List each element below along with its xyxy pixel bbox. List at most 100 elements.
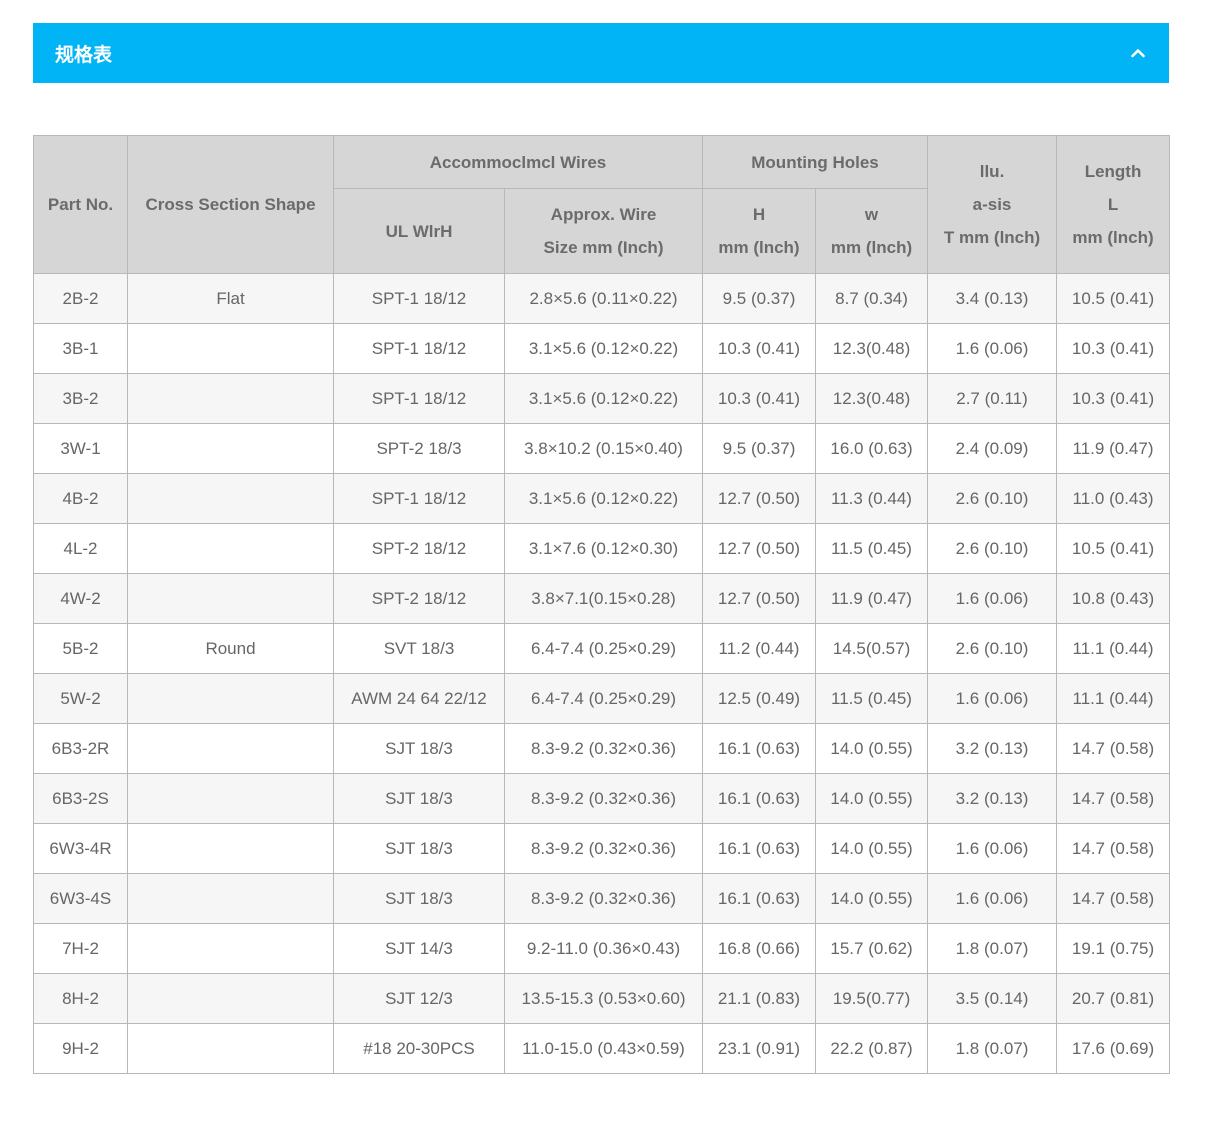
- cell-hole-h: 9.5 (0.37): [702, 423, 816, 474]
- table-row: 6B3-2R SJT 18/3 8.3-9.2 (0.32×0.36) 16.1 (0…: [33, 723, 1171, 774]
- cell-cross-section: [127, 523, 334, 574]
- cell-part-no: 4W-2: [33, 573, 128, 624]
- table-row: 4L-2 SPT-2 18/12 3.1×7.6 (0.12×0.30) 12.7 (…: [33, 523, 1171, 574]
- cell-cross-section: [127, 473, 334, 524]
- cell-thickness: 1.6 (0.06): [927, 323, 1058, 374]
- cell-length: 10.3 (0.41): [1056, 373, 1171, 424]
- table-row: 8H-2 SJT 12/3 13.5-15.3 (0.53×0.60) 21.1 (0…: [33, 973, 1171, 1024]
- cell-cross-section: [127, 723, 334, 774]
- cell-thickness: 2.6 (0.10): [927, 473, 1058, 524]
- cell-length: 10.5 (0.41): [1056, 273, 1171, 324]
- header-part-no: Part No.: [33, 135, 128, 274]
- cell-hole-h: 16.1 (0.63): [702, 873, 816, 924]
- header-mounting-holes-group: Mounting Holes: [701, 135, 929, 189]
- cell-ul-wire: SPT-1 18/12: [333, 373, 505, 424]
- cell-wire-size: 13.5-15.3 (0.53×0.60): [504, 973, 703, 1024]
- cell-hole-w: 14.0 (0.55): [814, 723, 929, 774]
- cell-length: 20.7 (0.81): [1056, 973, 1171, 1024]
- header-thickness-line3: T mm (lnch): [943, 228, 1041, 247]
- cell-hole-h: 12.7 (0.50): [702, 573, 816, 624]
- cell-hole-w: 14.0 (0.55): [814, 823, 929, 874]
- cell-wire-size: 8.3-9.2 (0.32×0.36): [504, 773, 703, 824]
- spec-accordion-header[interactable]: 规格表: [33, 23, 1169, 83]
- table-row: 6W3-4S SJT 18/3 8.3-9.2 (0.32×0.36) 16.1 (0…: [33, 873, 1171, 924]
- cell-part-no: 3B-2: [33, 373, 128, 424]
- cell-cross-section: [127, 773, 334, 824]
- cell-cross-section: [127, 823, 334, 874]
- cell-part-no: 5B-2: [33, 623, 128, 674]
- cell-part-no: 6W3-4R: [33, 823, 128, 874]
- cell-ul-wire: SVT 18/3: [333, 623, 505, 674]
- cell-length: 11.0 (0.43): [1056, 473, 1171, 524]
- cell-thickness: 1.6 (0.06): [927, 573, 1058, 624]
- cell-ul-wire: SPT-1 18/12: [333, 323, 505, 374]
- cell-thickness: 2.7 (0.11): [927, 373, 1058, 424]
- cell-thickness: 2.4 (0.09): [927, 423, 1058, 474]
- table-row: 2B-2 Flat SPT-1 18/12 2.8×5.6 (0.11×0.22) 9.…: [33, 273, 1171, 324]
- table-row: 7H-2 SJT 14/3 9.2-11.0 (0.36×0.43) 16.8 (0.…: [33, 923, 1171, 974]
- cell-hole-w: 11.3 (0.44): [814, 473, 929, 524]
- cell-part-no: 7H-2: [33, 923, 128, 974]
- header-approx-wire-line1: Approx. Wire: [550, 205, 657, 224]
- cell-part-no: 6B3-2S: [33, 773, 128, 824]
- cell-cross-section: [127, 323, 334, 374]
- header-hole-w-line1: w: [864, 205, 879, 224]
- cell-length: 10.3 (0.41): [1056, 323, 1171, 374]
- cell-thickness: 3.2 (0.13): [927, 773, 1058, 824]
- cell-cross-section: [127, 673, 334, 724]
- cell-hole-w: 11.9 (0.47): [814, 573, 929, 624]
- cell-wire-size: 3.1×5.6 (0.12×0.22): [504, 473, 703, 524]
- cell-thickness: 1.8 (0.07): [927, 923, 1058, 974]
- header-hole-h-line1: H: [752, 205, 766, 224]
- cell-ul-wire: SJT 12/3: [333, 973, 505, 1024]
- cell-wire-size: 8.3-9.2 (0.32×0.36): [504, 873, 703, 924]
- chevron-up-icon[interactable]: [1131, 46, 1145, 60]
- cell-ul-wire: AWM 24 64 22/12: [333, 673, 505, 724]
- cell-ul-wire: SPT-2 18/12: [333, 523, 505, 574]
- cell-part-no: 3W-1: [33, 423, 128, 474]
- table-row: 4B-2 SPT-1 18/12 3.1×5.6 (0.12×0.22) 12.7 (…: [33, 473, 1171, 524]
- header-approx-wire-line2: Size mm (Inch): [543, 238, 664, 257]
- cell-wire-size: 3.8×10.2 (0.15×0.40): [504, 423, 703, 474]
- cell-thickness: 2.6 (0.10): [927, 623, 1058, 674]
- spec-table: Part No. Cross Section Shape Accommoclmc…: [33, 135, 1171, 1074]
- cell-length: 10.8 (0.43): [1056, 573, 1171, 624]
- cell-hole-h: 16.1 (0.63): [702, 823, 816, 874]
- cell-hole-h: 16.1 (0.63): [702, 773, 816, 824]
- table-row: 4W-2 SPT-2 18/12 3.8×7.1(0.15×0.28) 12.7 (0…: [33, 573, 1171, 624]
- cell-thickness: 3.4 (0.13): [927, 273, 1058, 324]
- cell-hole-h: 16.8 (0.66): [702, 923, 816, 974]
- cell-hole-h: 12.7 (0.50): [702, 523, 816, 574]
- cell-thickness: 2.6 (0.10): [927, 523, 1058, 574]
- cell-wire-size: 3.1×7.6 (0.12×0.30): [504, 523, 703, 574]
- cell-length: 14.7 (0.58): [1056, 823, 1171, 874]
- cell-hole-h: 12.5 (0.49): [702, 673, 816, 724]
- cell-part-no: 6B3-2R: [33, 723, 128, 774]
- cell-ul-wire: SPT-2 18/3: [333, 423, 505, 474]
- cell-wire-size: 11.0-15.0 (0.43×0.59): [504, 1023, 703, 1074]
- cell-ul-wire: SJT 18/3: [333, 823, 505, 874]
- cell-length: 19.1 (0.75): [1056, 923, 1171, 974]
- cell-ul-wire: SPT-1 18/12: [333, 273, 505, 324]
- header-thickness-line1: llu.: [979, 162, 1005, 181]
- header-hole-h-line2: mm (lnch): [718, 238, 800, 257]
- cell-hole-w: 11.5 (0.45): [814, 523, 929, 574]
- spec-table-body: 2B-2 Flat SPT-1 18/12 2.8×5.6 (0.11×0.22) 9.…: [33, 273, 1171, 1074]
- table-row: 6B3-2S SJT 18/3 8.3-9.2 (0.32×0.36) 16.1 (0…: [33, 773, 1171, 824]
- cell-hole-h: 16.1 (0.63): [702, 723, 816, 774]
- cell-wire-size: 6.4-7.4 (0.25×0.29): [504, 623, 703, 674]
- header-cross-section-shape: Cross Section Shape: [127, 135, 334, 274]
- cell-ul-wire: SJT 14/3: [333, 923, 505, 974]
- cell-hole-w: 15.7 (0.62): [814, 923, 929, 974]
- header-thickness: llu. a-sis T mm (lnch): [927, 135, 1058, 274]
- cell-ul-wire: #18 20-30PCS: [333, 1023, 505, 1074]
- cell-hole-h: 11.2 (0.44): [702, 623, 816, 674]
- cell-hole-h: 21.1 (0.83): [702, 973, 816, 1024]
- cell-cross-section: [127, 1023, 334, 1074]
- cell-part-no: 2B-2: [33, 273, 128, 324]
- table-row: 3B-1 SPT-1 18/12 3.1×5.6 (0.12×0.22) 10.3 (…: [33, 323, 1171, 374]
- cell-hole-h: 12.7 (0.50): [702, 473, 816, 524]
- cell-wire-size: 3.1×5.6 (0.12×0.22): [504, 323, 703, 374]
- header-length-line3: mm (lnch): [1072, 228, 1154, 247]
- cell-ul-wire: SJT 18/3: [333, 773, 505, 824]
